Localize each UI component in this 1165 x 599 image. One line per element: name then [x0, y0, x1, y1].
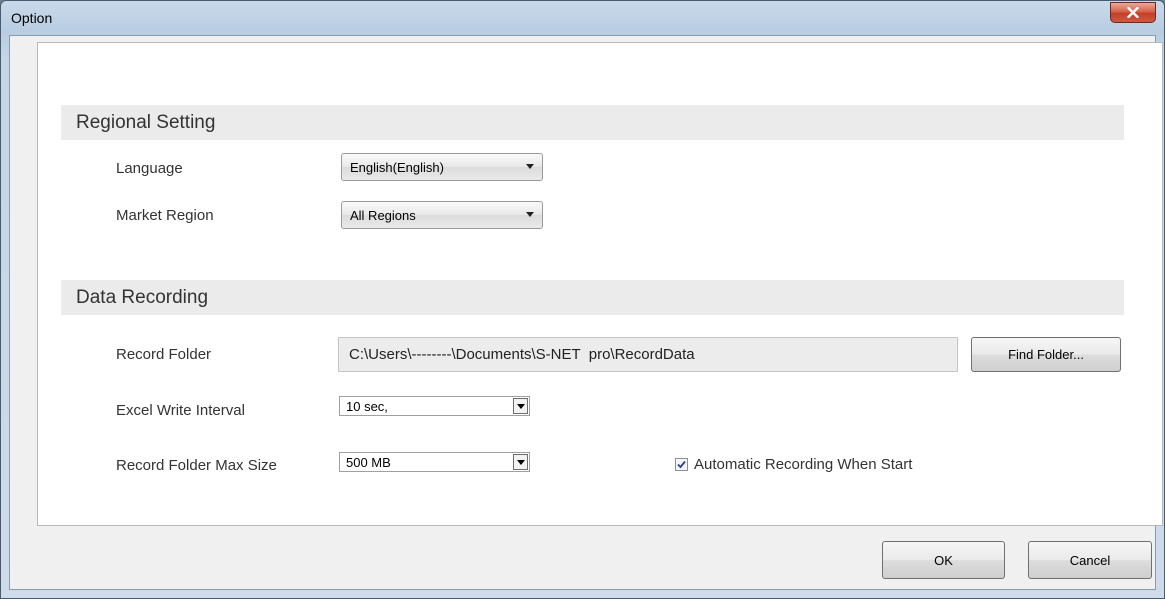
auto-recording-checkbox[interactable]	[675, 458, 688, 471]
language-label: Language	[116, 160, 183, 177]
close-x-icon	[1127, 7, 1139, 18]
market-region-label: Market Region	[116, 207, 214, 224]
language-select-value: English(English)	[350, 159, 444, 175]
option-dialog: Option Regional Setting Language English…	[0, 0, 1165, 599]
excel-write-interval-label: Excel Write Interval	[116, 402, 245, 419]
cancel-button[interactable]: Cancel	[1028, 541, 1152, 579]
market-region-select-value: All Regions	[350, 207, 416, 223]
dialog-client-area: Regional Setting Language English(Englis…	[9, 35, 1163, 590]
excel-write-interval-value: 10 sec,	[346, 398, 388, 414]
checkmark-icon	[677, 460, 686, 469]
chevron-down-icon	[516, 459, 525, 465]
chevron-down-icon	[526, 212, 534, 217]
record-folder-max-size-combo[interactable]: 500 MB	[339, 452, 530, 472]
data-recording-header: Data Recording	[61, 280, 1124, 315]
auto-recording-label: Automatic Recording When Start	[694, 456, 913, 473]
find-folder-button[interactable]: Find Folder...	[971, 337, 1121, 372]
record-folder-max-size-value: 500 MB	[346, 454, 391, 470]
chevron-down-icon	[516, 403, 525, 409]
excel-write-interval-combo[interactable]: 10 sec,	[339, 396, 530, 416]
regional-setting-header: Regional Setting	[61, 105, 1124, 140]
record-folder-label: Record Folder	[116, 346, 212, 363]
window-title: Option	[11, 10, 53, 26]
settings-panel: Regional Setting Language English(Englis…	[37, 42, 1163, 526]
ok-button[interactable]: OK	[882, 541, 1005, 579]
auto-recording-option[interactable]: Automatic Recording When Start	[675, 456, 912, 473]
dropdown-button[interactable]	[513, 454, 528, 470]
close-button[interactable]	[1110, 2, 1156, 23]
title-bar[interactable]: Option	[1, 1, 1164, 35]
language-select[interactable]: English(English)	[341, 153, 543, 181]
market-region-select[interactable]: All Regions	[341, 201, 543, 229]
record-folder-path[interactable]: C:\Users\--------\Documents\S-NET pro\Re…	[338, 337, 958, 372]
dropdown-button[interactable]	[513, 398, 528, 414]
record-folder-max-size-label: Record Folder Max Size	[116, 457, 277, 474]
chevron-down-icon	[526, 164, 534, 169]
